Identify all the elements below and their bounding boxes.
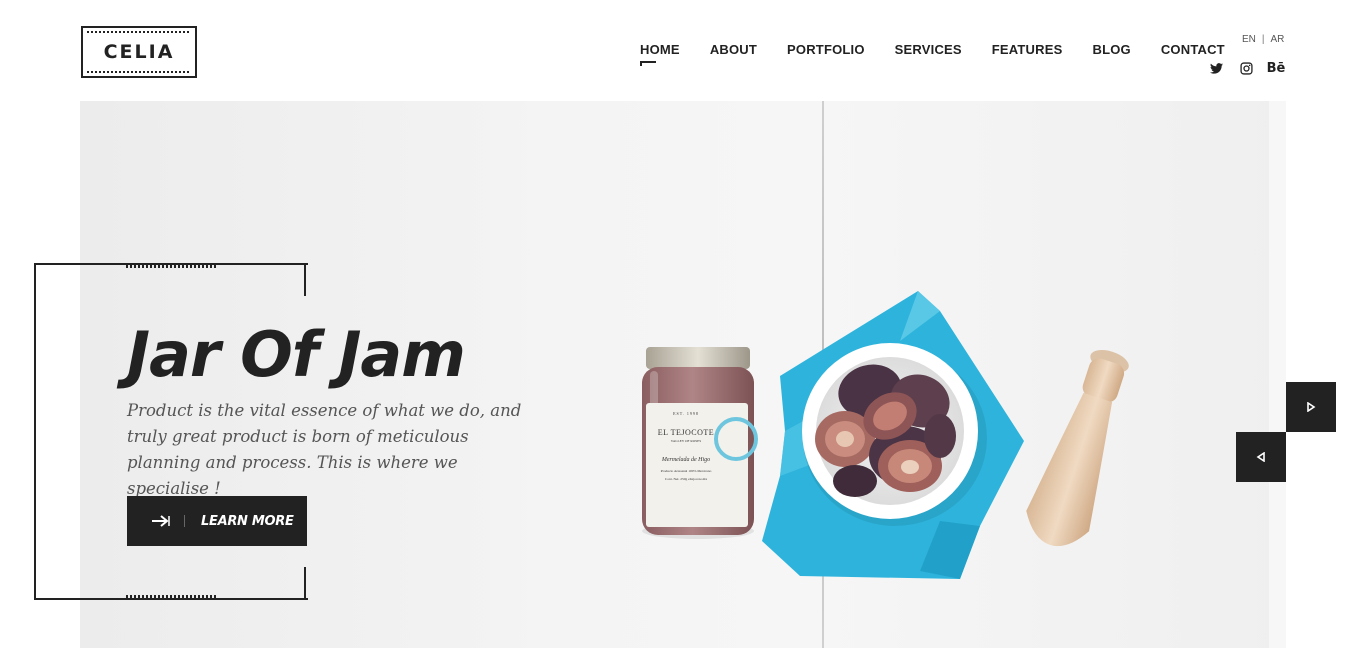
lang-en[interactable]: EN [1242, 34, 1256, 45]
lang-ar[interactable]: AR [1271, 34, 1285, 45]
twitter-icon[interactable] [1208, 60, 1224, 76]
behance-icon[interactable]: Bē [1267, 60, 1286, 76]
jar-label-top: EST. 1998 [673, 411, 699, 416]
instagram-icon[interactable] [1238, 60, 1254, 76]
hero-description: Product is the vital essence of what we … [127, 401, 522, 498]
nav-about[interactable]: ABOUT [710, 42, 757, 57]
wooden-pestle [1026, 349, 1129, 547]
social-links: Bē [1208, 60, 1286, 76]
hero-right-edge [1269, 101, 1286, 648]
jar-label-line2: Cont. Net. 250g eltejocote.mx [664, 477, 708, 481]
jar-label: EST. 1998 EL TEJOCOTE VALLEY OF ROSES Me… [646, 403, 726, 523]
play-right-icon [1307, 402, 1316, 412]
jar-label-brand: EL TEJOCOTE [657, 428, 715, 437]
jar-label-line1: Producto Artesanal 100% Mexicano [660, 469, 712, 473]
nav-features[interactable]: FEATURES [992, 42, 1063, 57]
learn-more-button[interactable]: LEARN MORE [127, 496, 307, 546]
lang-separator: | [1261, 34, 1265, 45]
hero-title: Jar Of Jam [127, 318, 466, 391]
main-nav: HOME ABOUT PORTFOLIO SERVICES FEATURES B… [640, 42, 1255, 66]
jar-label-script: Mermelada de Higo [661, 457, 711, 463]
play-left-icon [1256, 452, 1265, 462]
language-switcher: EN | AR [1242, 34, 1284, 45]
prev-slide-button[interactable] [1236, 432, 1286, 482]
nav-blog[interactable]: BLOG [1092, 42, 1130, 57]
site-logo[interactable]: CELIA [81, 26, 197, 78]
arrow-right-icon [152, 514, 170, 528]
next-slide-button[interactable] [1286, 382, 1336, 432]
nav-home[interactable]: HOME [640, 42, 680, 66]
jar-label-sub: VALLEY OF ROSES [670, 439, 702, 443]
nav-contact[interactable]: CONTACT [1161, 42, 1225, 57]
cta-divider [184, 515, 185, 527]
logo-text: CELIA [103, 41, 175, 63]
nav-services[interactable]: SERVICES [895, 42, 962, 57]
learn-more-label: LEARN MORE [201, 513, 294, 529]
nav-portfolio[interactable]: PORTFOLIO [787, 42, 865, 57]
